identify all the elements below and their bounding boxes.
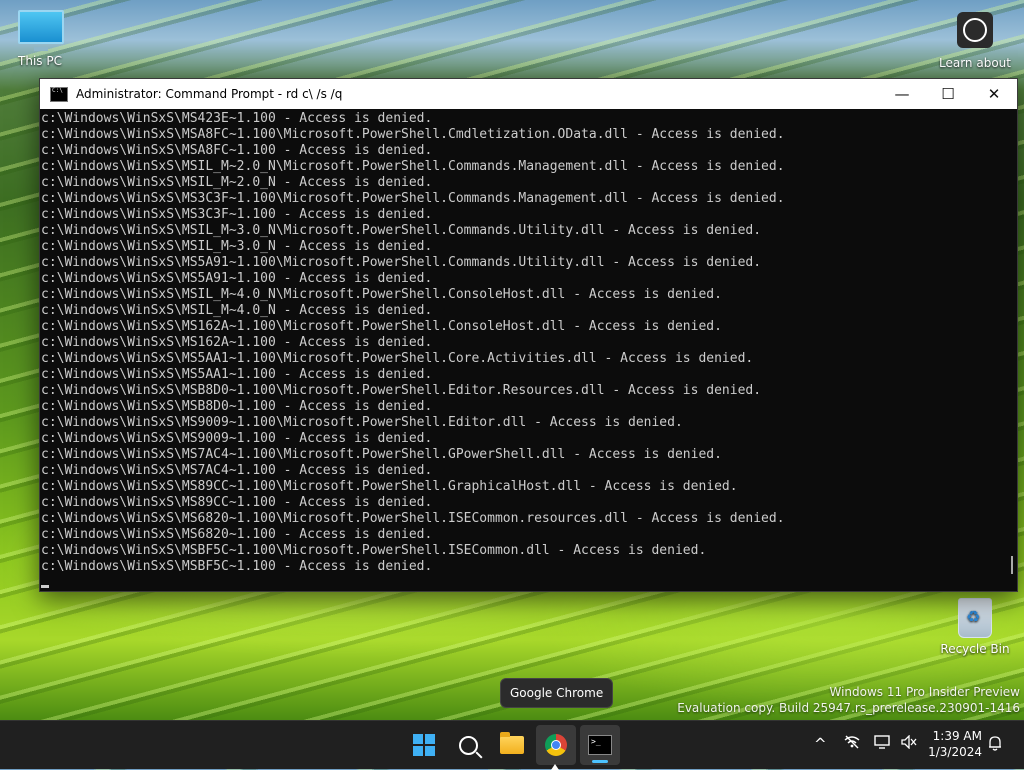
terminal-icon (50, 86, 68, 102)
volume-muted-icon[interactable] (901, 734, 917, 753)
learn-about-icon (953, 12, 997, 52)
terminal-icon (588, 735, 612, 755)
start-button[interactable] (404, 725, 444, 765)
taskbar: ^ 1:39 AM 1/3/2024 (0, 720, 1024, 769)
show-hidden-icons-chevron-icon[interactable]: ^ (814, 735, 827, 753)
maximize-button[interactable]: ☐ (925, 79, 971, 109)
title-bar[interactable]: Administrator: Command Prompt - rd c\ /s… (40, 79, 1017, 109)
chrome-icon (545, 734, 567, 756)
scrollbar-thumb[interactable] (1011, 556, 1013, 574)
console-line: c:\Windows\WinSxS\MSB8D0~1.100 - Access … (41, 399, 433, 414)
console-line: c:\Windows\WinSxS\MS6820~1.100\Microsoft… (41, 511, 785, 526)
console-line: c:\Windows\WinSxS\MSIL_M~2.0_N - Access … (41, 175, 433, 190)
network-offline-icon[interactable] (844, 735, 860, 753)
console-line: c:\Windows\WinSxS\MS3C3F~1.100\Microsoft… (41, 191, 785, 206)
vertical-scrollbar[interactable] (1007, 110, 1017, 591)
running-indicator (592, 760, 608, 763)
console-line: c:\Windows\WinSxS\MS9009~1.100\Microsoft… (41, 415, 683, 430)
minimize-button[interactable]: — (879, 79, 925, 109)
text-cursor (41, 585, 49, 588)
desktop-icon-label: Recycle Bin (940, 642, 1010, 656)
console-line: c:\Windows\WinSxS\MS423E~1.100 - Access … (41, 111, 433, 126)
console-line: c:\Windows\WinSxS\MS7AC4~1.100 - Access … (41, 463, 433, 478)
console-line: c:\Windows\WinSxS\MS89CC~1.100\Microsoft… (41, 479, 738, 494)
console-line: c:\Windows\WinSxS\MS5A91~1.100 - Access … (41, 271, 433, 286)
mouse-pointer (551, 764, 559, 770)
console-line: c:\Windows\WinSxS\MS162A~1.100 - Access … (41, 335, 433, 350)
watermark-line-edition: Windows 11 Pro Insider Preview (829, 685, 1020, 699)
console-line: c:\Windows\WinSxS\MSB8D0~1.100\Microsoft… (41, 383, 762, 398)
folder-icon (500, 732, 524, 754)
console-line: c:\Windows\WinSxS\MSIL_M~4.0_N\Microsoft… (41, 287, 722, 302)
console-line: c:\Windows\WinSxS\MS3C3F~1.100 - Access … (41, 207, 433, 222)
clock-date: 1/3/2024 (928, 745, 982, 759)
display-icon[interactable] (874, 735, 892, 753)
console-line: c:\Windows\WinSxS\MS5A91~1.100\Microsoft… (41, 255, 762, 270)
console-line: c:\Windows\WinSxS\MSA8FC~1.100\Microsoft… (41, 127, 785, 142)
close-button[interactable]: ✕ (971, 79, 1017, 109)
notification-bell-icon[interactable] (988, 735, 1002, 755)
search-icon (458, 735, 478, 755)
console-line: c:\Windows\WinSxS\MSIL_M~3.0_N\Microsoft… (41, 223, 762, 238)
console-line: c:\Windows\WinSxS\MS89CC~1.100 - Access … (41, 495, 433, 510)
chrome-tooltip: Google Chrome (500, 678, 614, 708)
watermark-line-build: Evaluation copy. Build 25947.rs_prerelea… (677, 701, 1020, 715)
desktop-icon-label: Learn about (939, 56, 1011, 70)
system-clock[interactable]: 1:39 AM 1/3/2024 (928, 728, 982, 760)
clock-time: 1:39 AM (932, 729, 982, 743)
console-line: c:\Windows\WinSxS\MS9009~1.100 - Access … (41, 431, 433, 446)
desktop-icon-this-pc[interactable]: This PC (0, 10, 80, 68)
command-prompt-window[interactable]: Administrator: Command Prompt - rd c\ /s… (39, 78, 1018, 592)
console-line: c:\Windows\WinSxS\MSIL_M~4.0_N - Access … (41, 303, 433, 318)
window-title: Administrator: Command Prompt - rd c\ /s… (76, 87, 343, 101)
console-line: c:\Windows\WinSxS\MS5AA1~1.100 - Access … (41, 367, 433, 382)
desktop-icon-learn-about[interactable]: Learn about (935, 12, 1015, 70)
file-explorer-button[interactable] (492, 725, 532, 765)
console-line: c:\Windows\WinSxS\MSBF5C~1.100\Microsoft… (41, 543, 707, 558)
console-line: c:\Windows\WinSxS\MSIL_M~3.0_N - Access … (41, 239, 433, 254)
console-line: c:\Windows\WinSxS\MS7AC4~1.100\Microsoft… (41, 447, 722, 462)
command-prompt-button[interactable] (580, 725, 620, 765)
console-line: c:\Windows\WinSxS\MSBF5C~1.100 - Access … (41, 559, 433, 574)
windows-logo-icon (413, 734, 435, 756)
console-line: c:\Windows\WinSxS\MS6820~1.100 - Access … (41, 527, 433, 542)
console-line: c:\Windows\WinSxS\MS5AA1~1.100\Microsoft… (41, 351, 754, 366)
search-button[interactable] (448, 725, 488, 765)
os-watermark: Windows 11 Pro Insider Preview Evaluatio… (677, 684, 1020, 716)
desktop-icon-label: This PC (18, 54, 62, 68)
console-line: c:\Windows\WinSxS\MSIL_M~2.0_N\Microsoft… (41, 159, 785, 174)
console-line: c:\Windows\WinSxS\MS162A~1.100\Microsoft… (41, 319, 722, 334)
chrome-button[interactable] (536, 725, 576, 765)
desktop-icon-recycle-bin[interactable]: Recycle Bin (935, 598, 1015, 656)
recycle-bin-icon (953, 598, 997, 638)
monitor-icon (18, 10, 64, 51)
console-line: c:\Windows\WinSxS\MSA8FC~1.100 - Access … (41, 143, 433, 158)
console-output[interactable]: c:\Windows\WinSxS\MS423E~1.100 - Access … (40, 110, 1007, 591)
